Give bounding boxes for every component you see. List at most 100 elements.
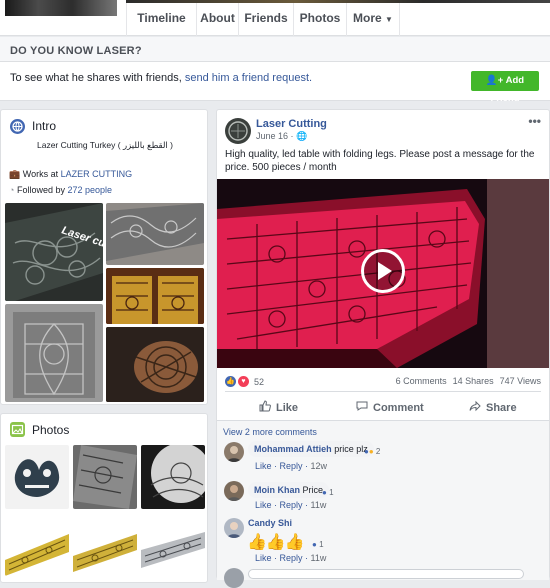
photo-thumb[interactable] [5, 445, 69, 509]
like-reaction-icon: ● [322, 488, 327, 497]
comment-reply-link[interactable]: Reply [280, 553, 303, 563]
briefcase-icon: 💼 [9, 169, 21, 179]
comment-meta: Like · Reply · 11w [255, 500, 327, 510]
thumbs-up-emoji-icon: 👍 [247, 534, 267, 551]
photo-thumb[interactable] [73, 520, 137, 576]
intro-photo[interactable] [106, 327, 204, 402]
divider [225, 391, 541, 392]
comment-time[interactable]: 12w [311, 461, 328, 471]
laser-panel-image [106, 203, 204, 261]
reactions-summary[interactable]: 👍 ♥ 52 [225, 376, 264, 387]
reactions-count: 52 [254, 376, 265, 387]
comment-reaction-count: 1 [329, 488, 334, 497]
post-meta: June 16 · 🌐 [256, 131, 308, 141]
intro-bio: Lazer Cutting Turkey ( القطع بالليزر ) [36, 140, 174, 150]
photo-thumb[interactable] [73, 445, 137, 509]
commenter-name[interactable]: Mohammad Attieh [254, 444, 332, 454]
works-at-link[interactable]: LAZER CUTTING [61, 169, 133, 179]
tab-timeline[interactable]: Timeline [126, 0, 196, 36]
photos-card: Photos [0, 413, 208, 583]
photo-thumb[interactable] [141, 445, 205, 509]
write-comment-input[interactable] [248, 569, 524, 579]
tab-friends[interactable]: Friends [238, 0, 293, 36]
friend-request-heading: DO YOU KNOW LASER? [0, 37, 550, 62]
comment-reaction-count: 1 [319, 540, 324, 549]
comment-icon [356, 400, 368, 415]
add-friend-button[interactable]: 👤+ Add Friend [471, 71, 539, 104]
globe-icon [10, 119, 25, 134]
commenter-name[interactable]: Moin Khan [254, 485, 300, 495]
post-options-icon[interactable]: ••• [528, 114, 541, 128]
comment-reactions[interactable]: ● 1 [322, 488, 334, 497]
like-reaction-icon: 👍 [225, 376, 236, 387]
post-author-link[interactable]: Laser Cutting [256, 118, 327, 130]
intro-card: Intro Lazer Cutting Turkey ( القطع باللي… [0, 109, 208, 405]
comment-reply-link[interactable]: Reply [280, 461, 303, 471]
photos-icon [10, 422, 25, 437]
play-button-icon[interactable] [361, 249, 405, 293]
laser-gate-image [106, 268, 204, 324]
thumbs-up-emoji-icon: 👍 [265, 534, 286, 551]
comments-count[interactable]: 6 Comments [396, 376, 447, 386]
tab-photos[interactable]: Photos [293, 0, 346, 36]
photo-thumb[interactable] [141, 520, 205, 576]
tab-more-label: More [353, 11, 382, 25]
views-count[interactable]: 747 Views [500, 376, 541, 386]
comment-time[interactable]: 11w [311, 500, 327, 510]
intro-photo[interactable] [5, 304, 103, 402]
commenter-avatar[interactable] [224, 442, 244, 462]
commenter-avatar[interactable] [224, 568, 244, 588]
comment-bubble: Mohammad Attieh price plz [248, 441, 374, 457]
share-arrow-icon [469, 400, 481, 415]
post-video[interactable] [217, 179, 549, 368]
comment-like-link[interactable]: Like [255, 461, 272, 471]
share-button[interactable]: Share [469, 400, 517, 415]
tab-about[interactable]: About [196, 0, 238, 36]
works-at-row: 💼 Works at LAZER CUTTING [9, 169, 132, 180]
add-friend-icon: 👤+ [485, 75, 504, 86]
thumbs-up-icon [259, 400, 271, 415]
laser-screen-image [13, 312, 95, 398]
photo-thumb[interactable] [5, 520, 69, 576]
intro-photo[interactable]: Laser cu [5, 203, 103, 301]
cover-photo[interactable] [3, 0, 119, 18]
comment-meta: Like · Reply · 12w [255, 461, 328, 471]
comment-button[interactable]: Comment [356, 400, 424, 415]
comment-meta: Like · Reply · 11w [255, 553, 327, 563]
comment-text: Price [302, 485, 324, 495]
commenter-avatar[interactable] [224, 518, 244, 538]
commenter-name[interactable]: Candy Shi [248, 518, 292, 528]
post-date[interactable]: June 16 [256, 131, 288, 141]
tab-more[interactable]: More ▼ [346, 0, 400, 36]
intro-title: Intro [32, 119, 57, 133]
laser-lamp-image [150, 445, 205, 503]
comment-like-link[interactable]: Like [255, 500, 272, 510]
laser-panel-image: Laser cu [5, 203, 103, 301]
intro-photo[interactable] [106, 268, 204, 324]
comment-reply-link[interactable]: Reply [280, 500, 303, 510]
friend-request-text: To see what he shares with friends, send… [10, 72, 312, 84]
like-button[interactable]: Like [259, 400, 298, 415]
comment-reactions[interactable]: ●● 2 [364, 447, 380, 456]
love-reaction-icon: ♥ [238, 376, 249, 387]
comment-reactions[interactable]: ● 1 [312, 540, 324, 549]
profile-tab-bar: Timeline About Friends Photos More ▼ [0, 0, 550, 36]
send-friend-request-link[interactable]: send him a friend request. [185, 72, 312, 84]
works-at-prefix: Works at [22, 169, 59, 179]
comment-time[interactable]: 11w [311, 553, 327, 563]
rss-icon: ◔ [9, 185, 15, 195]
like-reaction-icon: ● [312, 540, 317, 549]
comment-like-link[interactable]: Like [255, 553, 272, 563]
commenter-avatar[interactable] [224, 481, 244, 501]
photos-title: Photos [32, 423, 70, 437]
followers-link[interactable]: 272 people [68, 185, 113, 195]
shares-count[interactable]: 14 Shares [453, 376, 494, 386]
laser-panel-image [73, 445, 137, 509]
like-label: Like [276, 401, 299, 414]
comment-bubble: Moin Khan Price [248, 482, 330, 498]
share-label: Share [486, 401, 517, 414]
silver-border-image [141, 532, 205, 568]
view-more-comments-link[interactable]: View 2 more comments [223, 427, 317, 437]
page-avatar[interactable] [225, 118, 251, 144]
intro-photo[interactable] [106, 203, 204, 265]
